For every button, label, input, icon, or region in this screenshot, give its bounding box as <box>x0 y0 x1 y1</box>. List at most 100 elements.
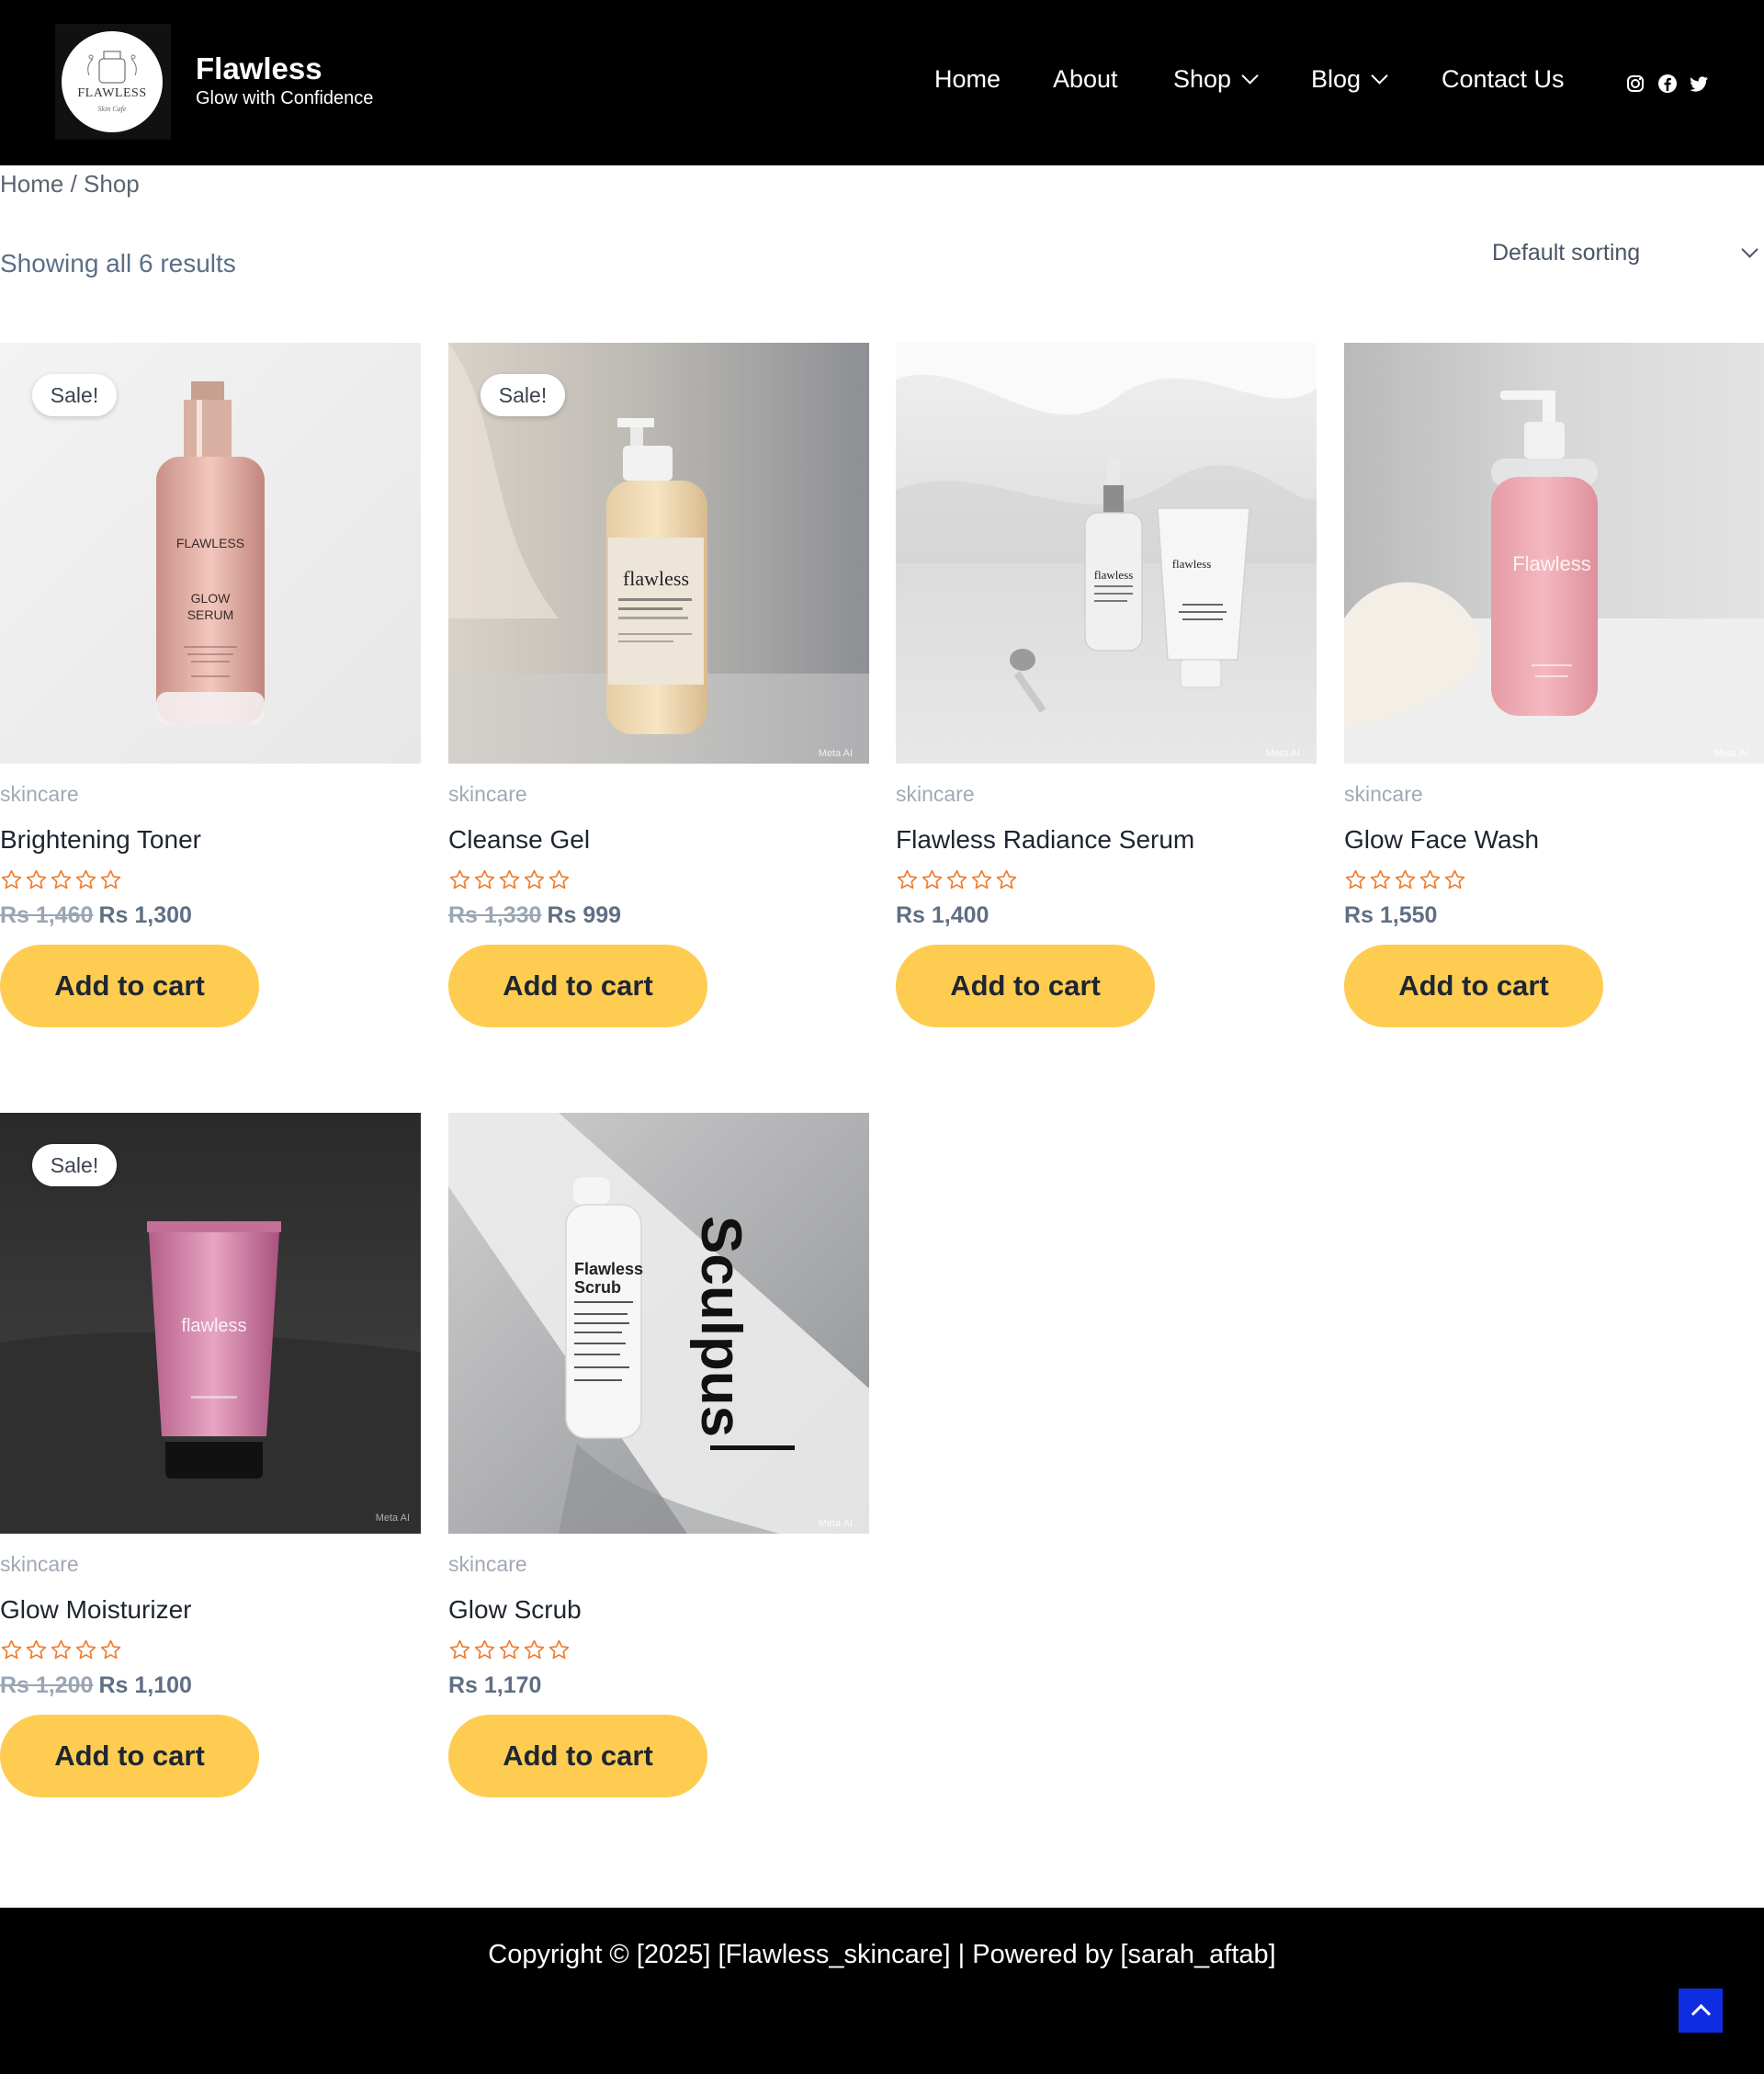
nav-item-blog[interactable]: Blog <box>1311 65 1388 102</box>
facebook-icon[interactable] <box>1657 74 1678 94</box>
chevron-down-icon <box>1371 67 1388 85</box>
product-category[interactable]: skincare <box>0 782 79 807</box>
breadcrumb-separator: / <box>63 170 85 198</box>
star-icon <box>499 1639 520 1660</box>
star-icon <box>51 1639 72 1660</box>
add-to-cart-button[interactable]: Add to cart <box>896 945 1155 1027</box>
product-image[interactable]: flawless flawless Meta AI <box>896 343 1317 764</box>
nav-item-about[interactable]: About <box>1053 65 1118 102</box>
product-image-text: SERUM <box>187 607 234 622</box>
nav-label: Blog <box>1311 65 1362 93</box>
old-price: Rs 1,460 <box>0 902 94 928</box>
star-icon <box>1345 869 1366 890</box>
product-image-text: flawless <box>1094 568 1134 582</box>
product-price: Rs 1,550 <box>1344 902 1437 929</box>
watermark-text: Meta AI <box>1266 748 1300 759</box>
star-icon <box>51 869 72 890</box>
nav-item-home[interactable]: Home <box>934 65 1001 102</box>
star-rating <box>1344 868 1468 892</box>
star-icon <box>75 1639 96 1660</box>
product-title[interactable]: Brightening Toner <box>0 825 201 855</box>
star-icon <box>524 1639 545 1660</box>
product-category[interactable]: skincare <box>1344 782 1423 807</box>
logo-text: FLAWLESS <box>77 86 147 100</box>
nav-item-shop[interactable]: Shop <box>1173 65 1259 102</box>
product-image-text: flawless <box>1172 557 1212 571</box>
product-category[interactable]: skincare <box>448 1552 527 1577</box>
breadcrumb-home[interactable]: Home <box>0 170 63 198</box>
product-image-text: Flawless <box>574 1260 643 1278</box>
site-title[interactable]: Flawless <box>196 51 322 86</box>
chevron-up-icon <box>1690 2003 1712 2024</box>
product-image-text: flawless <box>623 567 689 590</box>
product-price: Rs 1,400 <box>896 902 989 929</box>
logo-subtext: Skin Cafe <box>97 105 127 113</box>
scroll-to-top-button[interactable] <box>1679 1989 1723 2033</box>
add-to-cart-button[interactable]: Add to cart <box>0 945 259 1027</box>
old-price: Rs 1,330 <box>448 902 542 928</box>
product-category[interactable]: skincare <box>448 782 527 807</box>
breadcrumb: Home / Shop <box>0 170 140 198</box>
site-tagline: Glow with Confidence <box>196 88 374 108</box>
star-icon <box>996 869 1017 890</box>
product-title[interactable]: Cleanse Gel <box>448 825 590 855</box>
star-icon <box>897 869 918 890</box>
product-title[interactable]: Flawless Radiance Serum <box>896 825 1194 855</box>
product-image[interactable]: Flawless Scrub Sculpus Meta AI <box>448 1113 869 1534</box>
logo-emblem: FLAWLESS Skin Cafe <box>62 31 163 132</box>
product-image[interactable]: Flawless Meta AI <box>1344 343 1764 764</box>
product-card: Flawless Meta AI skincare Glow Face Wash… <box>1344 343 1764 1027</box>
watermark-text: Meta AI <box>376 1513 410 1524</box>
product-image-text: GLOW <box>191 591 232 606</box>
star-icon <box>1 869 22 890</box>
star-icon <box>1370 869 1391 890</box>
twitter-icon[interactable] <box>1689 74 1709 94</box>
product-title[interactable]: Glow Scrub <box>448 1595 582 1625</box>
instagram-icon[interactable] <box>1625 74 1645 94</box>
nav-label: Contact Us <box>1442 65 1565 93</box>
product-category[interactable]: skincare <box>896 782 975 807</box>
star-icon <box>1 1639 22 1660</box>
site-logo[interactable]: FLAWLESS Skin Cafe <box>55 24 171 140</box>
product-card: FLAWLESS GLOW SERUM Sale! skincare Brigh… <box>0 343 421 1027</box>
sale-badge: Sale! <box>481 374 565 416</box>
nav-item-contact[interactable]: Contact Us <box>1442 65 1565 102</box>
star-icon <box>971 869 992 890</box>
star-icon <box>474 1639 495 1660</box>
nav-label: Shop <box>1173 65 1232 93</box>
product-price-value: Rs 1,170 <box>448 1672 542 1698</box>
nav-label: Home <box>934 65 1001 93</box>
add-to-cart-button[interactable]: Add to cart <box>1344 945 1603 1027</box>
star-icon <box>548 1639 570 1660</box>
product-image-text: flawless <box>181 1316 246 1336</box>
product-title[interactable]: Glow Moisturizer <box>0 1595 191 1625</box>
product-category[interactable]: skincare <box>0 1552 79 1577</box>
star-icon <box>1395 869 1416 890</box>
star-icon <box>499 869 520 890</box>
star-icon <box>100 1639 121 1660</box>
sale-price: Rs 1,300 <box>98 902 192 928</box>
star-icon <box>1419 869 1441 890</box>
product-price-value: Rs 1,550 <box>1344 902 1438 928</box>
product-title[interactable]: Glow Face Wash <box>1344 825 1539 855</box>
result-count: Showing all 6 results <box>0 249 236 278</box>
star-rating <box>0 868 124 892</box>
star-icon <box>26 1639 47 1660</box>
add-to-cart-button[interactable]: Add to cart <box>0 1715 259 1797</box>
copyright-text: Copyright © [2025] [Flawless_skincare] |… <box>488 1940 1276 1969</box>
star-icon <box>100 869 121 890</box>
star-icon <box>946 869 967 890</box>
star-icon <box>548 869 570 890</box>
star-icon <box>449 1639 470 1660</box>
star-icon <box>922 869 943 890</box>
nav-label: About <box>1053 65 1118 93</box>
star-icon <box>75 869 96 890</box>
sale-price: Rs 999 <box>547 902 622 928</box>
site-footer: Copyright © [2025] [Flawless_skincare] |… <box>0 1908 1764 2074</box>
add-to-cart-button[interactable]: Add to cart <box>448 1715 707 1797</box>
product-price-value: Rs 1,400 <box>896 902 989 928</box>
watermark-text: Meta AI <box>1714 748 1748 759</box>
sorting-select[interactable]: Default sorting <box>1470 235 1764 272</box>
star-icon <box>524 869 545 890</box>
add-to-cart-button[interactable]: Add to cart <box>448 945 707 1027</box>
